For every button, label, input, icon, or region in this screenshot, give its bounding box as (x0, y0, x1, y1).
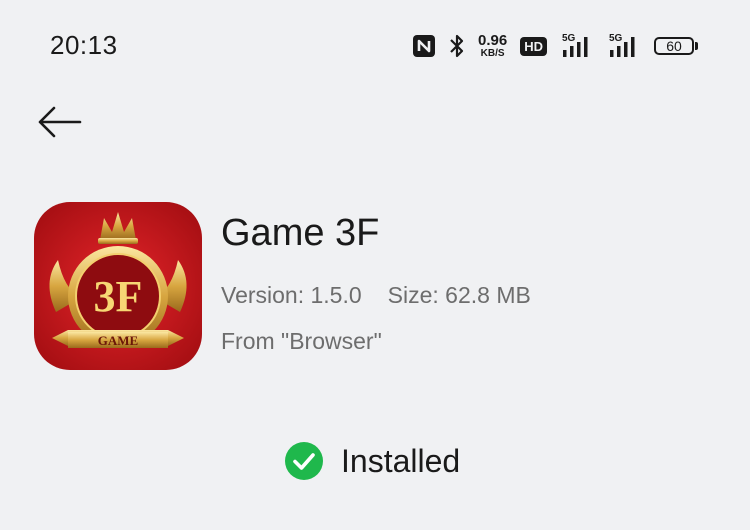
check-circle-icon (285, 442, 323, 480)
app-name: Game 3F (221, 212, 380, 254)
app-source: From "Browser" (221, 328, 382, 354)
status-icons: 0.96 KB/S HD 5G 5G 60 (412, 30, 698, 62)
app-size: Size: 62.8 MB (387, 282, 531, 308)
app-icon-text: 3F (94, 272, 143, 321)
back-button[interactable] (34, 100, 84, 144)
battery-level: 60 (654, 37, 694, 55)
install-status: Installed (285, 442, 460, 480)
bluetooth-icon (449, 33, 465, 59)
status-time: 20:13 (50, 30, 118, 60)
hd-label: HD (520, 36, 547, 56)
app-version: Version: 1.5.0 (221, 282, 362, 308)
install-status-label: Installed (341, 442, 461, 479)
net-speed-value: 0.96 (478, 32, 508, 49)
status-bar: 20:13 0.96 KB/S HD 5G 5G 60 (0, 0, 750, 90)
signal-icon: 5G (607, 33, 641, 59)
arrow-left-icon (38, 106, 82, 138)
signal-icon: 5G (560, 33, 594, 59)
nfc-icon (412, 34, 436, 58)
net-speed-unit: KB/S (480, 48, 505, 59)
app-meta: Version: 1.5.0 Size: 62.8 MB (221, 282, 531, 309)
battery-icon: 60 (654, 37, 698, 55)
hd-voice-icon: HD (520, 36, 547, 56)
app-icon-banner: GAME (98, 333, 138, 348)
network-speed: 0.96 KB/S (478, 33, 507, 59)
app-icon: 3F GAME (34, 202, 202, 370)
